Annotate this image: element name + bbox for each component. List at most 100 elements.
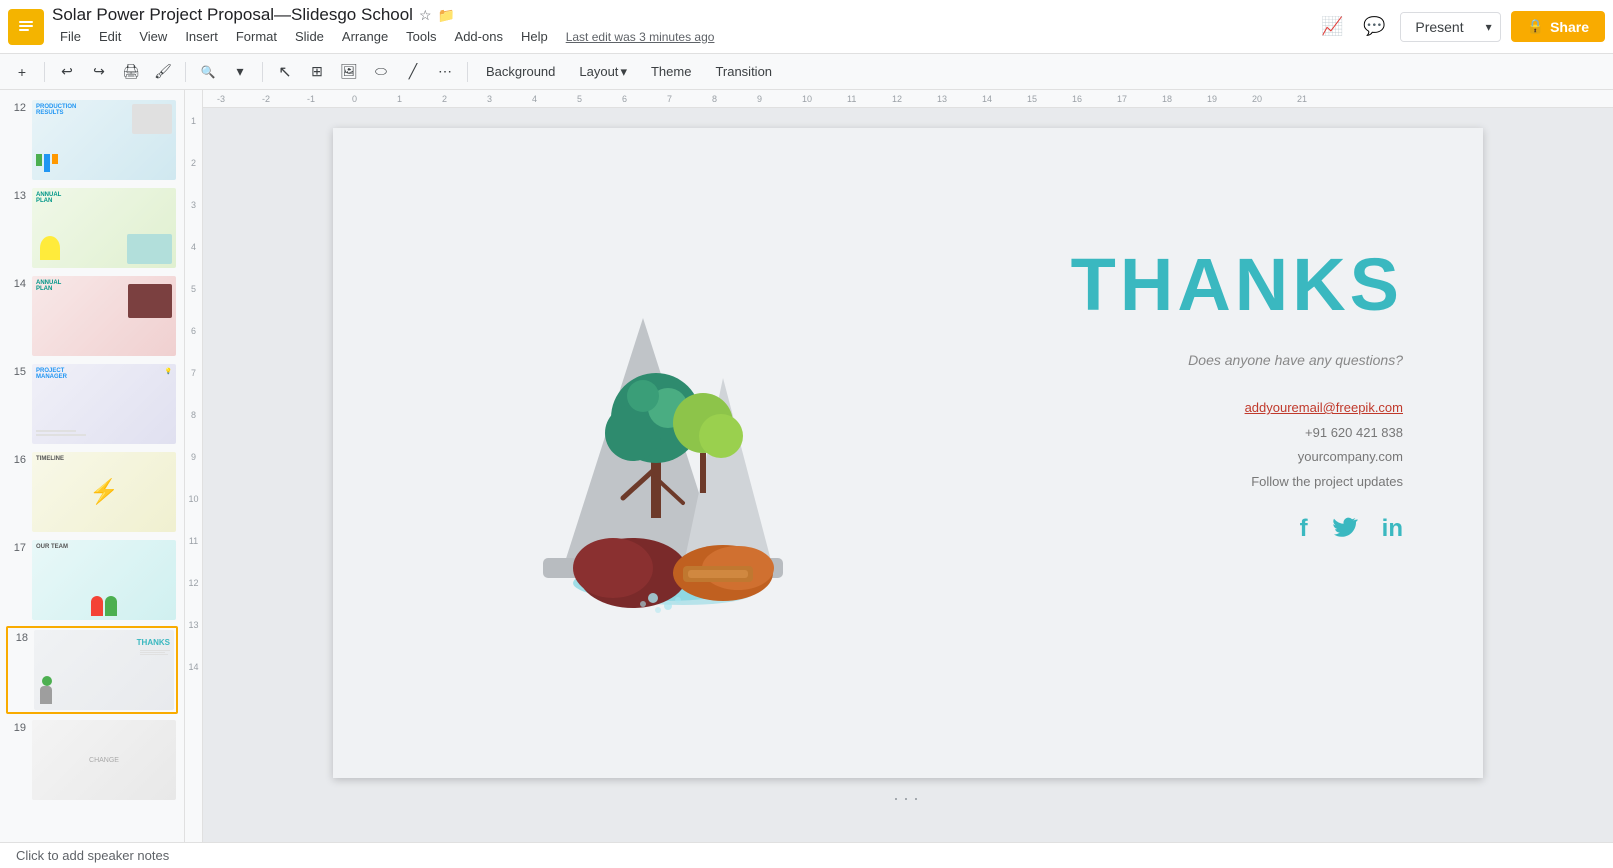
zoom-dropdown-button[interactable]: ▾ (226, 58, 254, 86)
notes-bar[interactable]: Click to add speaker notes (0, 842, 1613, 868)
slide-thumb-13[interactable]: 13 ANNUALPLAN (6, 186, 178, 270)
v-ruler-mark: 12 (188, 578, 198, 588)
image-tool[interactable]: 🖼 (335, 58, 363, 86)
ruler-mark: 15 (1027, 94, 1072, 104)
v-ruler-mark: 1 (191, 116, 196, 126)
slide-num-19: 19 (8, 720, 26, 734)
menu-addons[interactable]: Add-ons (447, 25, 511, 48)
slide-thumb-19[interactable]: 19 CHANGE (6, 718, 178, 802)
menu-view[interactable]: View (131, 25, 175, 48)
slide-preview-14: ANNUALPLAN (32, 276, 176, 356)
slide-thumb-18[interactable]: 18 THANKS (6, 626, 178, 714)
notes-placeholder: Click to add speaker notes (16, 848, 169, 863)
ruler-mark: 6 (622, 94, 667, 104)
sep1 (44, 62, 45, 82)
social-icons: f in (1300, 515, 1403, 548)
zoom-out-button[interactable]: 🔍 (194, 58, 222, 86)
add-button[interactable]: + (8, 58, 36, 86)
menu-edit[interactable]: Edit (91, 25, 129, 48)
questions-text: Does anyone have any questions? (1188, 352, 1403, 368)
ruler-mark: 16 (1072, 94, 1117, 104)
cursor-tool[interactable]: ↖ (271, 58, 299, 86)
ruler-mark: 2 (442, 94, 487, 104)
top-bar: Solar Power Project Proposal—Slidesgo Sc… (0, 0, 1613, 54)
present-button[interactable]: Present (1401, 13, 1477, 41)
print-button[interactable]: 🖨 (117, 58, 145, 86)
shape-tool[interactable]: ⬭ (367, 58, 395, 86)
sep3 (262, 62, 263, 82)
transition-button[interactable]: Transition (705, 60, 782, 83)
linkedin-icon[interactable]: in (1382, 515, 1403, 548)
v-ruler-mark: 2 (191, 158, 196, 168)
background-button[interactable]: Background (476, 60, 565, 83)
more-tools[interactable]: ⋯ (431, 58, 459, 86)
theme-button[interactable]: Theme (641, 60, 701, 83)
app-logo[interactable] (8, 9, 44, 45)
toolbar: + ↩ ↪ 🖨 🖌 🔍 ▾ ↖ ⊞ 🖼 ⬭ ╱ ⋯ Background Lay… (0, 54, 1613, 90)
ruler-mark: 20 (1252, 94, 1297, 104)
text-box-tool[interactable]: ⊞ (303, 58, 331, 86)
slide-right-content: THANKS Does anyone have any questions? a… (1023, 248, 1403, 548)
doc-title[interactable]: Solar Power Project Proposal—Slidesgo Sc… (52, 5, 413, 25)
last-edit[interactable]: Last edit was 3 minutes ago (566, 30, 715, 44)
ruler-mark: 8 (712, 94, 757, 104)
sep4 (467, 62, 468, 82)
menu-tools[interactable]: Tools (398, 25, 444, 48)
comment-icon[interactable]: 💬 (1358, 11, 1390, 43)
ruler-mark: 0 (352, 94, 397, 104)
slide-canvas[interactable]: THANKS Does anyone have any questions? a… (333, 128, 1483, 778)
analytics-icon[interactable]: 📈 (1316, 11, 1348, 43)
ruler-mark: -1 (307, 94, 352, 104)
ruler-mark: -3 (217, 94, 262, 104)
menu-file[interactable]: File (52, 25, 89, 48)
slide-num-18: 18 (10, 630, 28, 644)
ruler-mark: 5 (577, 94, 622, 104)
facebook-icon[interactable]: f (1300, 515, 1308, 548)
menu-arrange[interactable]: Arrange (334, 25, 396, 48)
slide-thumb-15[interactable]: 15 PROJECTMANAGER 💡 (6, 362, 178, 446)
slide-preview-16: TIMELINE ⚡ (32, 452, 176, 532)
website-line: yourcompany.com (1245, 445, 1403, 470)
v-ruler-mark: 9 (191, 452, 196, 462)
ruler-mark: 7 (667, 94, 712, 104)
lock-icon: 🔒 (1527, 18, 1544, 35)
nature-illustration-container (483, 288, 903, 718)
slide-thumb-16[interactable]: 16 TIMELINE ⚡ (6, 450, 178, 534)
undo-button[interactable]: ↩ (53, 58, 81, 86)
phone-line: +91 620 421 838 (1245, 421, 1403, 446)
share-button[interactable]: 🔒 Share (1511, 11, 1605, 42)
menu-help[interactable]: Help (513, 25, 556, 48)
slide-thumb-17[interactable]: 17 OUR TEAM (6, 538, 178, 622)
v-ruler-mark: 8 (191, 410, 196, 420)
slide-thumb-12[interactable]: 12 PRODUCTIONRESULTS (6, 98, 178, 182)
folder-icon[interactable]: 📁 (438, 7, 455, 24)
menu-insert[interactable]: Insert (177, 25, 226, 48)
slide-dots: ··· (893, 788, 923, 809)
slide-preview-19: CHANGE (32, 720, 176, 800)
slide-num-17: 17 (8, 540, 26, 554)
present-dropdown-arrow[interactable]: ▾ (1478, 14, 1500, 40)
paint-format-button[interactable]: 🖌 (149, 58, 177, 86)
ruler-mark: 18 (1162, 94, 1207, 104)
ruler-mark: 17 (1117, 94, 1162, 104)
slide-num-16: 16 (8, 452, 26, 466)
present-button-group: Present ▾ (1400, 12, 1500, 42)
ruler-horizontal: -3 -2 -1 0 1 2 3 4 5 6 7 8 9 10 11 12 13 (185, 90, 1613, 108)
slide-thumb-14[interactable]: 14 ANNUALPLAN (6, 274, 178, 358)
ruler-canvas-area: 1 2 3 4 5 6 7 8 9 10 11 12 13 14 (185, 108, 1613, 842)
twitter-icon[interactable] (1332, 515, 1358, 548)
ruler-mark: -2 (262, 94, 307, 104)
thanks-heading: THANKS (1071, 248, 1403, 322)
ruler-mark: 9 (757, 94, 802, 104)
line-tool[interactable]: ╱ (399, 58, 427, 86)
menu-format[interactable]: Format (228, 25, 285, 48)
star-icon[interactable]: ☆ (419, 7, 432, 24)
slide-num-13: 13 (8, 188, 26, 202)
menu-slide[interactable]: Slide (287, 25, 332, 48)
layout-button[interactable]: Layout ▾ (569, 60, 637, 84)
menu-bar: File Edit View Insert Format Slide Arran… (52, 25, 1308, 48)
ruler-vertical: 1 2 3 4 5 6 7 8 9 10 11 12 13 14 (185, 108, 203, 842)
ruler-mark: 13 (937, 94, 982, 104)
redo-button[interactable]: ↪ (85, 58, 113, 86)
ruler-mark: 3 (487, 94, 532, 104)
